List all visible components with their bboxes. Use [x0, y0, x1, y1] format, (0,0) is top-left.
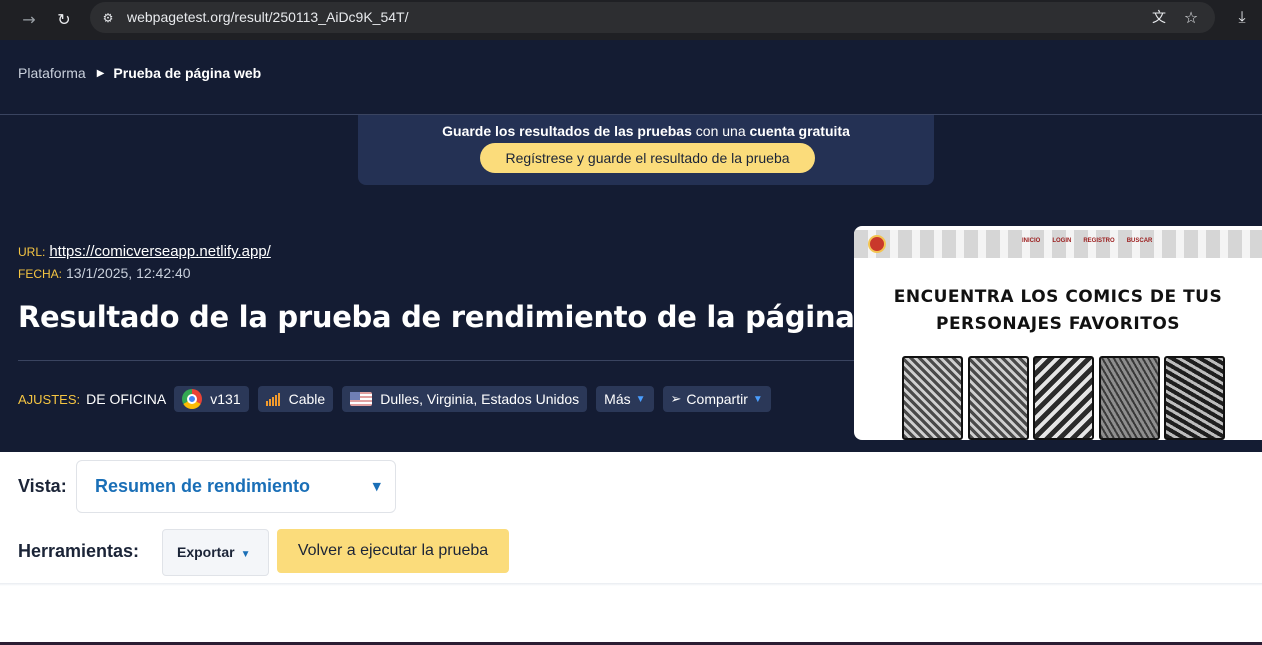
view-label: Vista:: [18, 476, 67, 496]
address-bar[interactable]: ⚙ webpagetest.org/result/250113_AiDc9K_5…: [90, 2, 1215, 33]
preview-nav-links: INICIO LOGIN REGISTRO BUSCAR: [1022, 238, 1164, 244]
preview-link: REGISTRO: [1083, 238, 1115, 244]
preview-link: BUSCAR: [1126, 238, 1153, 244]
test-date-row: FECHA: 13/1/2025, 12:42:40: [18, 265, 191, 281]
view-select[interactable]: Resumen de rendimiento ▼: [76, 460, 396, 513]
share-button[interactable]: ➢ Compartir ▼: [662, 386, 771, 412]
breadcrumb: Plataforma ▶ Prueba de página web: [18, 64, 261, 82]
comic-cover: [968, 356, 1029, 440]
view-selected-value: Resumen de rendimiento: [95, 476, 311, 496]
test-url-row: URL: https://comicverseapp.netlify.app/: [18, 243, 271, 260]
comic-cover: [1033, 356, 1094, 440]
preview-heading-line1: ENCUENTRA LOS COMICS DE TUS: [893, 287, 1223, 307]
browser-version: v131: [210, 391, 241, 407]
share-label: Compartir: [686, 391, 748, 407]
preview-heading-line2: PERSONAJES FAVORITOS: [935, 314, 1181, 334]
caret-down-icon: ▼: [372, 480, 381, 493]
preview-heading: ENCUENTRA LOS COMICS DE TUS PERSONAJES F…: [854, 284, 1262, 338]
download-icon[interactable]: ⤓: [1230, 5, 1254, 29]
forward-icon[interactable]: →: [16, 7, 42, 33]
results-header: Plataforma ▶ Prueba de página web Guarde…: [0, 40, 1262, 452]
preview-link: LOGIN: [1052, 238, 1072, 244]
date-label: FECHA:: [18, 267, 63, 281]
signal-bars-icon: [265, 392, 281, 406]
comic-cover: [902, 356, 963, 440]
browser-toolbar: → ↻ ⚙ webpagetest.org/result/250113_AiDc…: [0, 0, 1262, 40]
divider: [0, 583, 1262, 586]
send-icon: ➢: [670, 391, 682, 406]
signup-button[interactable]: Regístrese y guarde el resultado de la p…: [480, 143, 815, 173]
settings-label: AJUSTES:: [18, 391, 81, 407]
preview-link: INICIO: [1022, 238, 1041, 244]
translate-icon[interactable]: 文: [1148, 7, 1170, 29]
preview-navbar: [854, 230, 1262, 258]
settings-value: DE OFICINA: [86, 391, 167, 407]
comic-cover: [1099, 356, 1160, 440]
breadcrumb-current: Prueba de página web: [113, 65, 262, 81]
chevron-right-icon: ▶: [96, 67, 105, 79]
banner-text: Guarde los resultados de las pruebas con…: [358, 123, 934, 139]
connection-type: Cable: [288, 391, 326, 407]
banner-text-bold-2: cuenta gratuita: [749, 123, 850, 139]
banner-text-mid: con una: [691, 123, 750, 139]
export-button[interactable]: Exportar ▼: [162, 529, 269, 576]
export-label: Exportar: [177, 544, 235, 560]
us-flag-icon: [350, 392, 373, 406]
banner-text-bold-1: Guarde los resultados de las pruebas: [442, 123, 692, 139]
tools-label: Herramientas:: [18, 541, 140, 561]
browser-chip: v131: [174, 386, 249, 412]
address-bar-url[interactable]: webpagetest.org/result/250113_AiDc9K_54T…: [127, 2, 408, 33]
connection-chip: Cable: [257, 386, 334, 412]
more-label: Más: [604, 391, 631, 407]
test-url-link[interactable]: https://comicverseapp.netlify.app/: [49, 243, 271, 260]
test-location: Dulles, Virginia, Estados Unidos: [380, 391, 580, 407]
star-icon[interactable]: ☆: [1180, 7, 1202, 29]
reload-icon[interactable]: ↻: [51, 7, 77, 33]
url-label: URL:: [18, 245, 46, 259]
more-button[interactable]: Más ▼: [596, 386, 654, 412]
site-info-icon[interactable]: ⚙: [98, 8, 118, 28]
divider: [18, 360, 858, 361]
preview-logo: [868, 235, 886, 253]
breadcrumb-root[interactable]: Plataforma: [18, 65, 86, 81]
rerun-test-button[interactable]: Volver a ejecutar la prueba: [277, 529, 509, 573]
page-screenshot-thumbnail[interactable]: INICIO LOGIN REGISTRO BUSCAR ENCUENTRA L…: [854, 226, 1262, 440]
chrome-icon: [182, 389, 203, 409]
page-title: Resultado de la prueba de rendimiento de…: [18, 300, 931, 334]
location-chip: Dulles, Virginia, Estados Unidos: [342, 386, 588, 412]
signup-banner: Guarde los resultados de las pruebas con…: [358, 115, 934, 185]
comic-cover: [1164, 356, 1225, 440]
caret-down-icon: ▼: [752, 393, 763, 405]
caret-down-icon: ▼: [240, 549, 251, 560]
test-date: 13/1/2025, 12:42:40: [66, 265, 191, 281]
caret-down-icon: ▼: [635, 393, 646, 405]
test-settings: AJUSTES: DE OFICINA v131 Cable Dulles, V…: [18, 386, 780, 412]
